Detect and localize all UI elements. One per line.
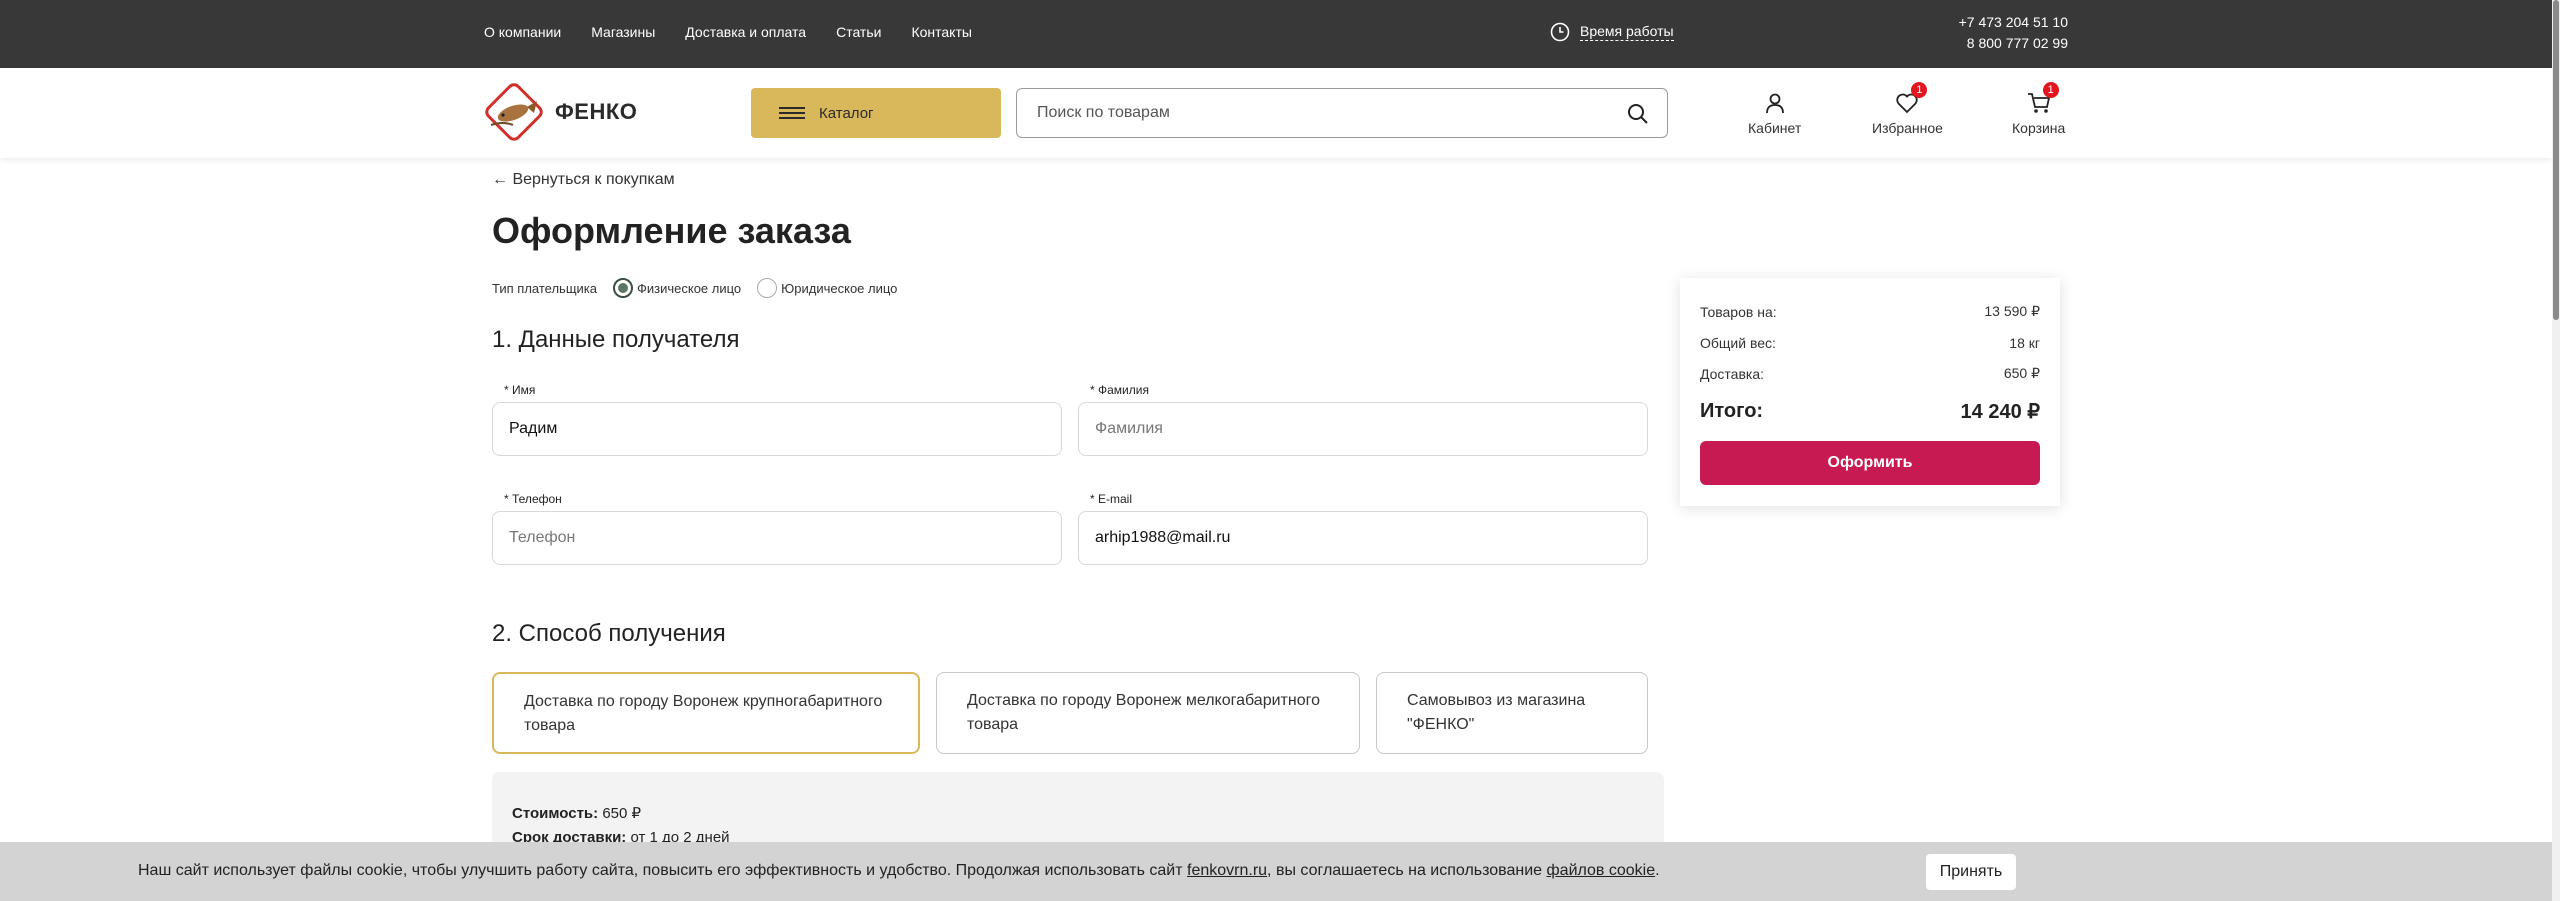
delivery-option-pickup[interactable]: Самовывоз из магазина "ФЕНКО" bbox=[1376, 672, 1648, 754]
email-label: * E-mail bbox=[1090, 492, 1133, 506]
cabinet-link[interactable]: Кабинет bbox=[1748, 88, 1801, 136]
email-field-wrap bbox=[1078, 511, 1648, 565]
top-bar: О компании Магазины Доставка и оплата Ст… bbox=[0, 0, 2552, 68]
surname-field[interactable] bbox=[1079, 403, 1647, 455]
name-field[interactable] bbox=[493, 403, 1061, 455]
email-field[interactable] bbox=[1079, 512, 1647, 564]
nav-link-delivery[interactable]: Доставка и оплата bbox=[685, 24, 806, 40]
payer-radio-legal[interactable]: Юридическое лицо bbox=[757, 278, 897, 298]
delivery-option-large[interactable]: Доставка по городу Воронеж крупногабарит… bbox=[492, 672, 920, 754]
favorites-label: Избранное bbox=[1872, 120, 1943, 136]
summary-weight-row: Общий вес: 18 кг bbox=[1700, 327, 2040, 358]
surname-label: * Фамилия bbox=[1090, 383, 1149, 397]
phone-1[interactable]: +7 473 204 51 10 bbox=[1959, 12, 2068, 33]
cookie-text: Наш сайт использует файлы cookie, чтобы … bbox=[138, 862, 1660, 880]
logo-text: ФЕНКО bbox=[555, 99, 638, 124]
cookie-text-middle: , вы соглашаетесь на использование bbox=[1267, 862, 1547, 879]
nav-link-articles[interactable]: Статьи bbox=[836, 24, 881, 40]
page: О компании Магазины Доставка и оплата Ст… bbox=[0, 0, 2560, 901]
cookie-banner: Наш сайт использует файлы cookie, чтобы … bbox=[0, 842, 2552, 901]
search-box bbox=[1016, 88, 1668, 138]
delivery-cost-label: Стоимость: bbox=[512, 805, 599, 822]
nav-link-contacts[interactable]: Контакты bbox=[911, 24, 971, 40]
payer-type: Тип плательщика Физическое лицо Юридичес… bbox=[492, 278, 897, 298]
surname-field-wrap bbox=[1078, 402, 1648, 456]
order-summary: Товаров на: 13 590 ₽ Общий вес: 18 кг До… bbox=[1680, 278, 2060, 506]
phone-field-wrap bbox=[492, 511, 1062, 565]
cookie-text-before: Наш сайт использует файлы cookie, чтобы … bbox=[138, 862, 1187, 879]
summary-goods-value: 13 590 ₽ bbox=[1984, 303, 2040, 319]
cookie-policy-link[interactable]: файлов cookie bbox=[1547, 862, 1656, 879]
nav-link-about[interactable]: О компании bbox=[484, 24, 561, 40]
cart-badge: 1 bbox=[2042, 82, 2059, 98]
page-scrollbar[interactable] bbox=[2552, 0, 2560, 901]
top-nav: О компании Магазины Доставка и оплата Ст… bbox=[484, 24, 972, 40]
logo[interactable]: ФЕНКО bbox=[483, 81, 637, 143]
name-label: * Имя bbox=[504, 383, 536, 397]
favorites-link[interactable]: 1 Избранное bbox=[1872, 82, 1943, 136]
delivery-cost-value: 650 ₽ bbox=[602, 805, 642, 822]
payer-radio-individual[interactable]: Физическое лицо bbox=[612, 278, 742, 298]
cart-label: Корзина bbox=[2012, 120, 2066, 136]
radio-checked-icon bbox=[612, 278, 633, 298]
back-to-shopping-link[interactable]: ← Вернуться к покупкам bbox=[492, 171, 675, 189]
search-icon[interactable] bbox=[1627, 103, 1649, 125]
section-delivery-title: 2. Способ получения bbox=[492, 620, 726, 647]
payer-option-individual: Физическое лицо bbox=[636, 280, 742, 296]
accept-cookies-button[interactable]: Принять bbox=[1926, 854, 2016, 890]
search-input[interactable] bbox=[1037, 89, 1617, 137]
cookie-site-link[interactable]: fenkovrn.ru bbox=[1187, 862, 1267, 879]
page-title: Оформление заказа bbox=[492, 210, 851, 251]
summary-total-label: Итого: bbox=[1700, 399, 1764, 422]
delivery-option-small[interactable]: Доставка по городу Воронеж мелкогабаритн… bbox=[936, 672, 1360, 754]
phone-2[interactable]: 8 800 777 02 99 bbox=[1959, 33, 2068, 54]
radio-unchecked-icon bbox=[757, 278, 778, 298]
catalog-label: Каталог bbox=[819, 104, 874, 122]
summary-weight-label: Общий вес: bbox=[1700, 334, 1776, 351]
cookie-text-after: . bbox=[1655, 862, 1660, 879]
cabinet-label: Кабинет bbox=[1748, 120, 1802, 136]
phones: +7 473 204 51 10 8 800 777 02 99 bbox=[1959, 12, 2068, 54]
header: ФЕНКО Каталог Кабинет bbox=[0, 68, 2552, 158]
delivery-cost: Стоимость: 650 ₽ bbox=[512, 802, 1644, 826]
payer-option-legal: Юридическое лицо bbox=[781, 280, 898, 296]
phone-field[interactable] bbox=[493, 512, 1061, 564]
summary-total-row: Итого: 14 240 ₽ bbox=[1700, 391, 2040, 431]
summary-goods-label: Товаров на: bbox=[1700, 303, 1777, 320]
summary-delivery-row: Доставка: 650 ₽ bbox=[1700, 358, 2040, 389]
worktime-label: Время работы bbox=[1580, 23, 1674, 41]
section-recipient-title: 1. Данные получателя bbox=[492, 326, 740, 353]
scrollbar-thumb[interactable] bbox=[2553, 0, 2559, 320]
clock-icon bbox=[1550, 22, 1570, 42]
menu-icon bbox=[779, 107, 805, 119]
user-icon bbox=[1765, 93, 1784, 114]
summary-weight-value: 18 кг bbox=[2009, 334, 2040, 351]
catalog-button[interactable]: Каталог bbox=[751, 88, 1001, 138]
payer-type-label: Тип плательщика bbox=[492, 280, 597, 296]
summary-delivery-label: Доставка: bbox=[1700, 365, 1765, 382]
favorites-badge: 1 bbox=[1911, 82, 1928, 98]
summary-goods-row: Товаров на: 13 590 ₽ bbox=[1700, 296, 2040, 327]
fish-logo-icon bbox=[485, 83, 543, 141]
worktime-link[interactable]: Время работы bbox=[1550, 22, 1674, 42]
nav-link-stores[interactable]: Магазины bbox=[591, 24, 655, 40]
name-field-wrap bbox=[492, 402, 1062, 456]
cart-link[interactable]: 1 Корзина bbox=[2012, 82, 2066, 136]
submit-order-button[interactable]: Оформить bbox=[1700, 441, 2040, 485]
summary-total-value: 14 240 ₽ bbox=[1960, 400, 2040, 423]
summary-delivery-value: 650 ₽ bbox=[2003, 365, 2040, 381]
phone-label: * Телефон bbox=[504, 492, 562, 506]
